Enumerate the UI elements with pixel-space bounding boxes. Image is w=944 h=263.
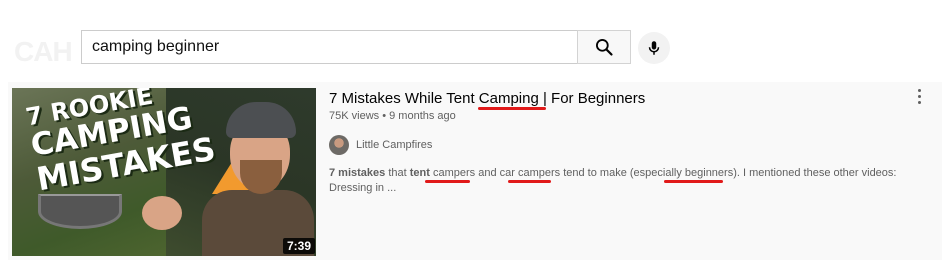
desc-bold: tent bbox=[409, 167, 430, 179]
desc-text: campers bbox=[517, 167, 561, 179]
channel-name[interactable]: Little Campfires bbox=[356, 139, 432, 151]
video-title[interactable]: 7 Mistakes While Tent Camping | For Begi… bbox=[329, 90, 645, 107]
more-options-button[interactable] bbox=[910, 86, 928, 106]
microphone-icon bbox=[648, 41, 660, 55]
title-part: | For Beginners bbox=[538, 90, 646, 107]
youtube-logo-faded: CAH bbox=[14, 36, 73, 67]
desc-text: beginners bbox=[684, 167, 734, 179]
annotation-underline bbox=[664, 180, 723, 183]
desc-text: tend to make (especially bbox=[560, 167, 685, 179]
view-count: 75K views bbox=[329, 110, 380, 122]
search-box[interactable] bbox=[81, 30, 577, 64]
voice-search-button[interactable] bbox=[638, 32, 670, 64]
more-vertical-icon bbox=[917, 88, 921, 104]
channel-avatar[interactable] bbox=[329, 135, 349, 155]
video-thumbnail[interactable]: 7 ROOKIE CAMPING MISTAKES bbox=[12, 88, 316, 256]
video-meta: 75K views • 9 months ago bbox=[329, 110, 456, 122]
search-input[interactable] bbox=[82, 31, 577, 63]
fire-bowl-image bbox=[38, 194, 122, 229]
upload-age: 9 months ago bbox=[389, 110, 456, 122]
title-part: 7 Mistakes While Tent bbox=[329, 90, 479, 107]
search-icon bbox=[596, 39, 613, 56]
desc-text: and car bbox=[475, 167, 518, 179]
duration-badge: 7:39 bbox=[283, 238, 316, 254]
channel-row[interactable]: Little Campfires bbox=[329, 134, 432, 156]
desc-text: that bbox=[385, 167, 410, 179]
desc-text: campers bbox=[432, 167, 476, 179]
annotation-underline bbox=[478, 107, 546, 110]
meta-separator: • bbox=[382, 110, 387, 122]
video-description: 7 mistakes that tent campers and car cam… bbox=[329, 166, 924, 196]
hand-image bbox=[142, 196, 182, 230]
desc-bold: 7 mistakes bbox=[329, 167, 386, 179]
annotation-underline bbox=[425, 180, 470, 183]
title-highlight: Camping bbox=[478, 90, 539, 107]
search-button[interactable] bbox=[577, 30, 631, 64]
annotation-underline bbox=[508, 180, 551, 183]
